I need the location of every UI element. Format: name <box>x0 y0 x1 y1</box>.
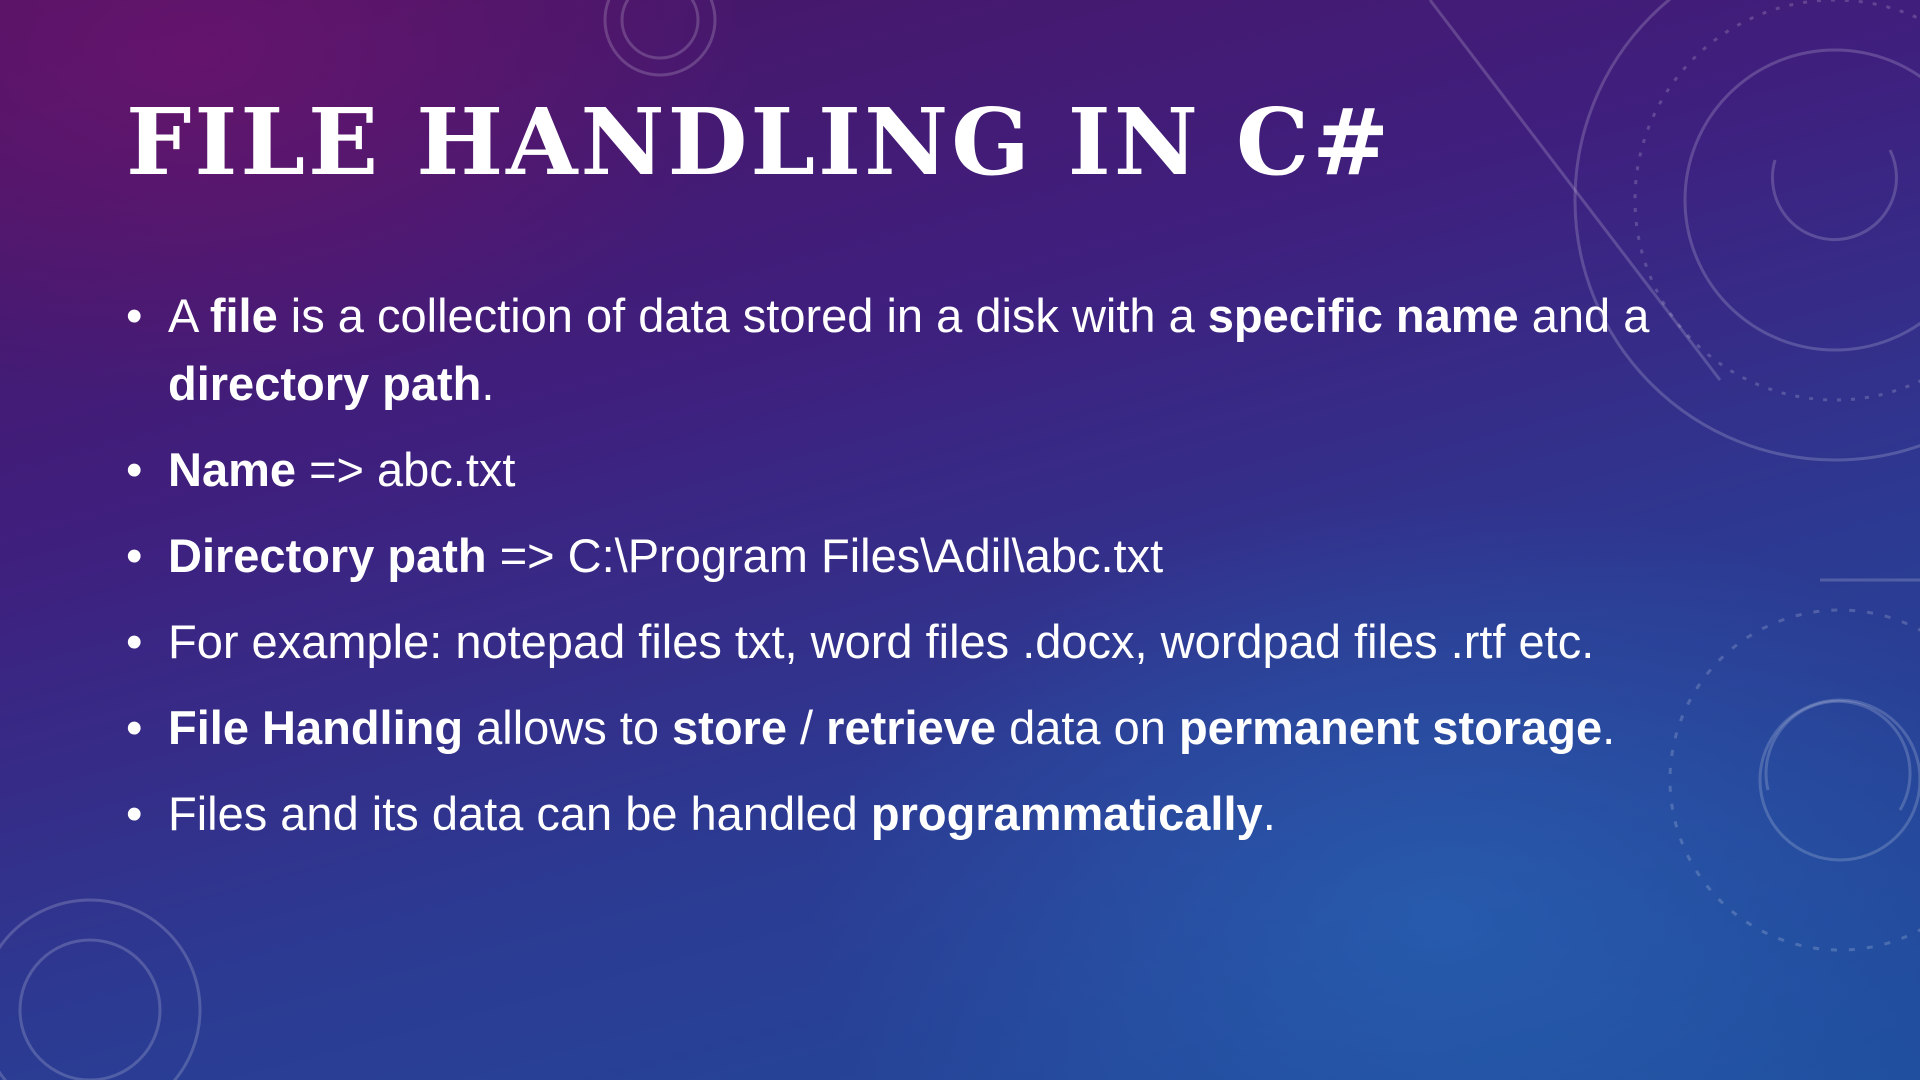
bullet-item: File Handling allows to store / retrieve… <box>126 694 1706 762</box>
bullet-item: Name => abc.txt <box>126 436 1706 504</box>
bullet-bold-text: Directory path <box>168 529 487 582</box>
bullet-bold-text: permanent storage <box>1178 701 1603 754</box>
bullet-item: Files and its data can be handled progra… <box>126 780 1706 848</box>
bullet-text: . <box>1602 701 1616 754</box>
bullet-bold-text: File Handling <box>168 701 464 754</box>
bullet-bold-text: programmatically <box>870 787 1263 840</box>
bullet-bold-text: specific name <box>1207 289 1519 342</box>
slide-title: FILE HANDLING IN C# <box>126 88 1393 196</box>
bullet-text: Files and its data can be handled <box>168 787 871 840</box>
bullet-text: / <box>786 701 827 754</box>
bullet-text: data on <box>996 701 1179 754</box>
bullet-text: For example: notepad files txt, word fil… <box>168 615 1595 668</box>
bullet-text: A <box>168 289 210 342</box>
bullet-text: is a collection of data stored in a disk… <box>277 289 1208 342</box>
bullet-item: A file is a collection of data stored in… <box>126 282 1706 418</box>
bullet-bold-text: store <box>672 701 787 754</box>
bullet-bold-text: Name <box>168 443 297 496</box>
bullet-list: A file is a collection of data stored in… <box>126 282 1706 866</box>
bullet-bold-text: directory path <box>168 357 482 410</box>
bullet-bold-text: retrieve <box>826 701 997 754</box>
bullet-text: . <box>481 357 495 410</box>
bullet-bold-text: file <box>209 289 278 342</box>
bullet-item: Directory path => C:\Program Files\Adil\… <box>126 522 1706 590</box>
bullet-text: . <box>1262 787 1276 840</box>
bullet-item: For example: notepad files txt, word fil… <box>126 608 1706 676</box>
bullet-text: => C:\Program Files\Adil\abc.txt <box>486 529 1164 582</box>
bullet-text: allows to <box>463 701 673 754</box>
bullet-text: and a <box>1518 289 1650 342</box>
bullet-text: => abc.txt <box>296 443 516 496</box>
